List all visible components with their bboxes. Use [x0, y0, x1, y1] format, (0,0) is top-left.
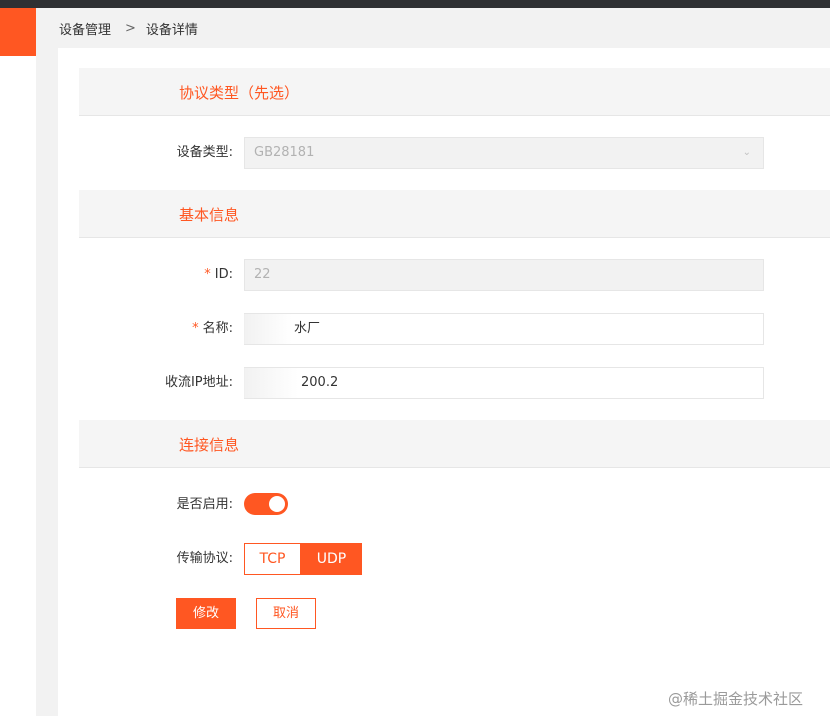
watermark: @稀土掘金技术社区	[668, 690, 804, 708]
transport-option-udp[interactable]: UDP	[301, 543, 362, 575]
transport-option-tcp[interactable]: TCP	[244, 543, 301, 575]
name-value: 水厂	[294, 321, 321, 336]
stream-ip-label: 收流IP地址:	[164, 375, 233, 390]
device-type-label: 设备类型:	[176, 145, 233, 160]
chevron-down-icon: ⌄	[742, 147, 751, 158]
id-value: 22	[254, 267, 271, 282]
id-field[interactable]: 22	[244, 259, 764, 291]
section-connection-info: 连接信息	[79, 420, 830, 468]
left-nav-active-item[interactable]	[0, 8, 36, 56]
cancel-button[interactable]: 取消	[256, 598, 316, 629]
stream-ip-field[interactable]: 200.2	[244, 367, 764, 399]
required-mark: *	[204, 267, 211, 282]
breadcrumb-current: 设备详情	[145, 22, 198, 38]
top-bar	[0, 0, 830, 8]
breadcrumb-parent[interactable]: 设备管理	[59, 19, 111, 38]
enabled-toggle[interactable]	[244, 493, 288, 515]
section-title: 协议类型（先选）	[179, 84, 300, 102]
left-nav	[0, 8, 36, 716]
enabled-label: 是否启用:	[176, 497, 233, 512]
transport-label: 传输协议:	[176, 551, 233, 566]
modify-button[interactable]: 修改	[176, 598, 236, 629]
toggle-knob	[269, 496, 285, 512]
id-label: * ID:	[204, 267, 233, 282]
section-title: 连接信息	[179, 436, 240, 454]
required-mark: *	[192, 321, 199, 336]
redacted-blur	[244, 314, 292, 344]
name-label: * 名称:	[192, 321, 233, 336]
device-type-select[interactable]: GB28181 ⌄	[244, 137, 764, 169]
name-field[interactable]: 水厂	[244, 313, 764, 345]
breadcrumb-separator: >	[125, 20, 136, 36]
section-protocol-type: 协议类型（先选）	[79, 68, 830, 116]
breadcrumb: 设备管理 > 设备详情	[59, 18, 198, 38]
section-title: 基本信息	[179, 206, 240, 224]
device-type-value: GB28181	[254, 145, 315, 160]
stream-ip-value: 200.2	[301, 375, 339, 390]
section-basic-info: 基本信息	[79, 190, 830, 238]
redacted-blur	[244, 368, 298, 398]
